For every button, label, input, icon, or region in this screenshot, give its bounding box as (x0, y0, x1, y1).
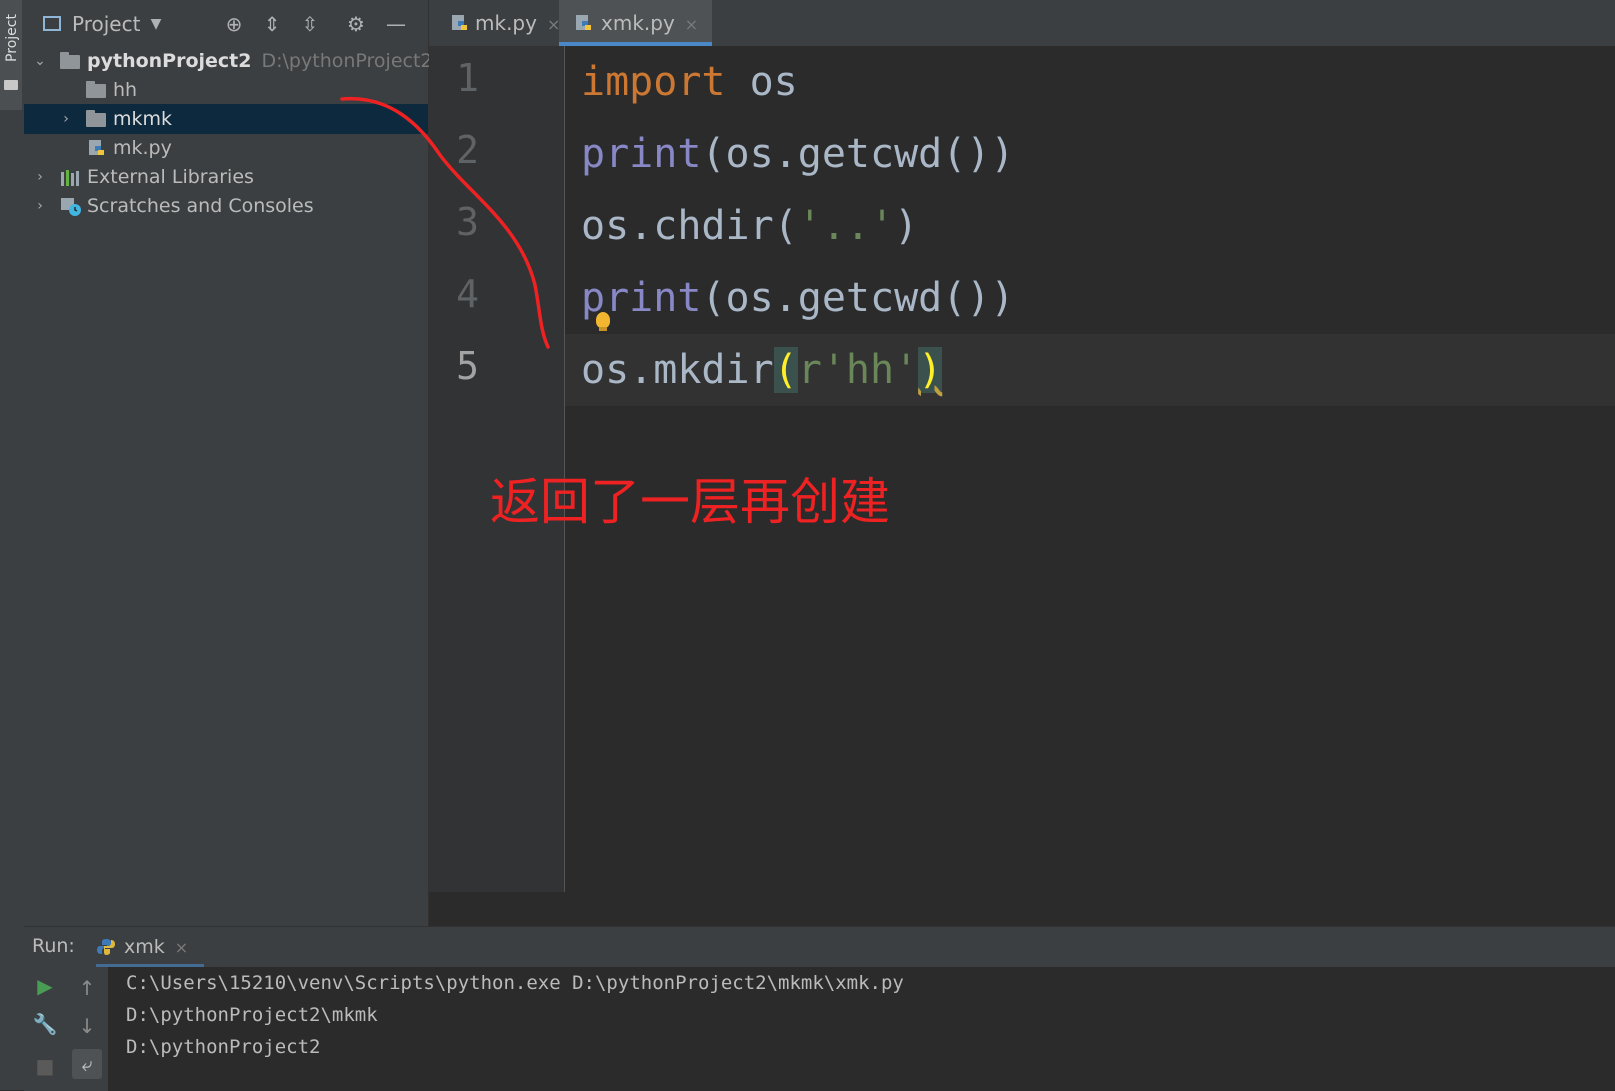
code-text: (os.getcwd()) (701, 131, 1015, 177)
string-literal: '..' (797, 203, 895, 249)
code-text: os.chdir( (581, 203, 798, 249)
keyword: import (581, 59, 726, 105)
folder-icon (4, 80, 18, 90)
arrow-down-icon[interactable]: ↓ (72, 1011, 102, 1041)
tab-mk-py[interactable]: mk.py × (445, 0, 572, 46)
python-icon (97, 939, 115, 955)
close-icon[interactable]: × (175, 938, 188, 957)
run-tab-label: xmk (124, 936, 165, 958)
tree-item-label: hh (113, 79, 138, 101)
code-text: (os.getcwd()) (701, 275, 1015, 321)
string-literal: r'hh' (797, 347, 919, 393)
console-output-line: D:\pythonProject2\mkmk (126, 1004, 378, 1026)
matched-brace: ( (773, 347, 798, 393)
tree-item-label: mkmk (113, 108, 173, 130)
chevron-right-icon[interactable]: › (32, 162, 48, 192)
code-line-4[interactable]: print(os.getcwd()) (581, 262, 1015, 334)
chevron-right-icon[interactable]: › (58, 104, 74, 134)
tree-item-label: mk.py (113, 137, 172, 159)
editor-tab-bar: mk.py × xmk.py × (429, 0, 1615, 47)
code-line-1[interactable]: import os (581, 46, 798, 118)
matched-brace: ) (918, 347, 943, 393)
chevron-right-icon[interactable]: › (32, 191, 48, 221)
tab-label: mk.py (475, 11, 537, 35)
lightbulb-base (599, 327, 607, 331)
project-view-icon (40, 12, 64, 36)
project-panel-title[interactable]: Project (72, 12, 140, 36)
run-label: Run: (32, 935, 75, 957)
expand-all-icon[interactable]: ⇕ (260, 12, 284, 36)
rerun-icon[interactable]: ▶ (30, 971, 60, 1001)
lightbulb-icon[interactable] (596, 312, 610, 328)
project-panel-header: Project ▼ ⊕ ⇕ ⇳ ⚙ — (24, 0, 428, 48)
console-output-line: D:\pythonProject2 (126, 1036, 321, 1058)
code-line-3[interactable]: os.chdir('..') (581, 190, 918, 262)
run-toolbar: ▶ ↑ 🔧 ↓ ■ ⤶ (24, 967, 108, 1091)
tree-item-label: Scratches and Consoles (87, 195, 314, 217)
stop-icon[interactable]: ■ (30, 1051, 60, 1081)
tree-item-label: External Libraries (87, 166, 254, 188)
builtin: print (581, 131, 702, 177)
minimize-icon[interactable]: — (384, 12, 408, 36)
folder-icon (86, 110, 106, 127)
code-line-2[interactable]: print(os.getcwd()) (581, 118, 1015, 190)
chevron-down-icon[interactable]: ▼ (144, 12, 168, 36)
wrench-icon[interactable]: 🔧 (30, 1009, 60, 1039)
python-file-icon (576, 15, 591, 30)
run-panel: Run: xmk × ▶ ↑ 🔧 ↓ ■ ⤶ C:\Users\15210\ven… (24, 926, 1615, 1091)
annotation-text: 返回了一层再创建 (490, 473, 890, 531)
code-line-5[interactable]: os.mkdir(r'hh') (581, 334, 943, 406)
tree-row-root[interactable]: ⌄ pythonProject2 D:\pythonProject2 (24, 46, 432, 76)
close-icon[interactable]: × (685, 15, 698, 34)
code-text: ) (894, 203, 919, 249)
tool-window-stripe (0, 0, 25, 1090)
arrow-up-icon[interactable]: ↑ (72, 973, 102, 1003)
folder-icon (86, 81, 106, 98)
run-panel-header: Run: xmk × (24, 927, 1615, 967)
tab-label: xmk.py (601, 11, 675, 35)
scratches-icon (61, 198, 81, 216)
python-file-icon (452, 15, 467, 30)
project-root-path: D:\pythonProject2 (261, 50, 433, 72)
folder-icon (60, 52, 80, 69)
locate-file-icon[interactable]: ⊕ (222, 12, 246, 36)
run-tab-xmk[interactable]: xmk × (96, 927, 205, 967)
code-text: os (725, 59, 798, 105)
project-root-name: pythonProject2 (87, 50, 252, 72)
collapse-all-icon[interactable]: ⇳ (298, 12, 322, 36)
code-text: os.mkdir (581, 347, 774, 393)
annotation-curve (340, 96, 550, 349)
gear-icon[interactable]: ⚙ (344, 12, 368, 36)
console-output-line: C:\Users\15210\venv\Scripts\python.exe D… (126, 972, 904, 994)
project-tool-tab-label[interactable]: Project (4, 8, 20, 68)
python-file-icon (89, 140, 104, 155)
library-icon (61, 170, 79, 186)
tab-xmk-py[interactable]: xmk.py × (559, 0, 713, 46)
chevron-down-icon[interactable]: ⌄ (32, 46, 48, 76)
soft-wrap-icon[interactable]: ⤶ (72, 1049, 102, 1079)
